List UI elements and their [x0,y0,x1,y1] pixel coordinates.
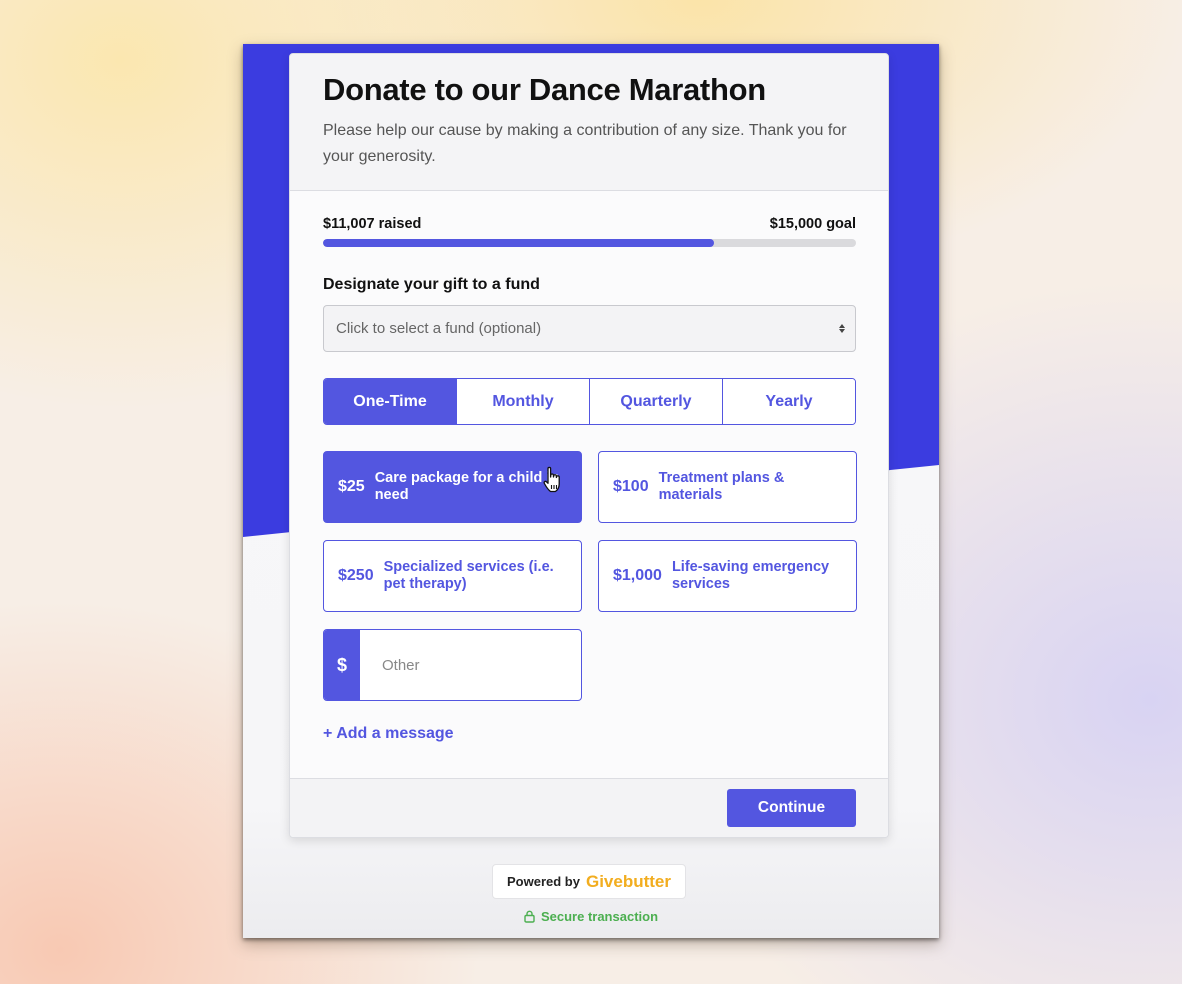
powered-by-badge[interactable]: Powered by Givebutter [492,864,686,899]
amount-option-100[interactable]: $100 Treatment plans & materials [598,451,857,523]
amount-description: Care package for a child in need [374,470,560,503]
select-arrows-icon [839,324,845,333]
page-title: Donate to our Dance Marathon [323,72,766,107]
progress-bar-fill [323,239,715,247]
donation-card: Donate to our Dance Marathon Please help… [289,53,889,838]
amount-value: $1,000 [613,567,662,584]
frequency-yearly[interactable]: Yearly [722,379,855,424]
progress-bar [323,239,856,247]
frequency-quarterly[interactable]: Quarterly [589,379,722,424]
card-body: $11,007 raised $15,000 goal Designate yo… [290,191,888,778]
progress-labels: $11,007 raised $15,000 goal [323,216,856,232]
donation-widget-frame: Donate to our Dance Marathon Please help… [243,44,939,938]
amount-options: $25 Care package for a child in need $10… [323,451,857,701]
other-amount-field[interactable]: $ [323,629,582,701]
givebutter-logo: Givebutter [585,871,671,891]
amount-option-25[interactable]: $25 Care package for a child in need [323,451,582,523]
dollar-sign-icon: $ [324,630,360,700]
frequency-one-time[interactable]: One-Time [324,379,456,424]
fund-label: Designate your gift to a fund [323,276,540,293]
other-amount-input[interactable] [360,630,581,700]
card-header: Donate to our Dance Marathon Please help… [290,54,888,191]
secure-transaction-label: Secure transaction [540,909,659,924]
amount-value: $100 [613,478,649,495]
amount-option-1000[interactable]: $1,000 Life-saving emergency services [598,540,857,612]
frequency-monthly[interactable]: Monthly [456,379,589,424]
amount-option-250[interactable]: $250 Specialized services (i.e. pet ther… [323,540,582,612]
secure-transaction: Secure transaction [243,909,939,924]
goal-amount: $15,000 goal [769,216,856,232]
page-subtitle: Please help our cause by making a contri… [323,122,847,165]
amount-description: Specialized services (i.e. pet therapy) [383,559,554,592]
powered-by-text: Powered by [507,874,580,889]
card-footer: Continue [290,778,888,837]
raised-amount: $11,007 raised [323,216,422,232]
frequency-toggle: One-Time Monthly Quarterly Yearly [323,378,856,425]
fund-select[interactable]: Click to select a fund (optional) [323,305,856,352]
amount-value: $25 [338,478,365,495]
amount-value: $250 [338,567,374,584]
amount-description: Life-saving emergency services [671,559,830,592]
amount-description: Treatment plans & materials [658,470,785,503]
fund-select-placeholder: Click to select a fund (optional) [336,320,542,337]
continue-button[interactable]: Continue [727,789,856,827]
add-message-link[interactable]: + Add a message [323,725,454,743]
lock-icon [524,910,535,923]
